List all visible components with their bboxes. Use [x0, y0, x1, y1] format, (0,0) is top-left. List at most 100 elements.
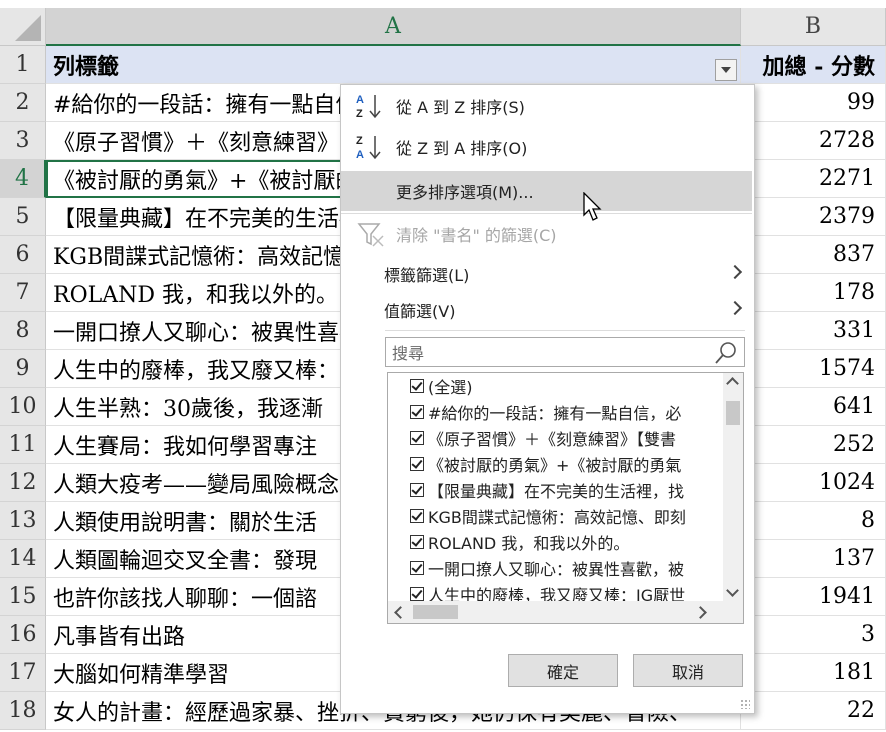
value-filter[interactable]: 值篩選(V): [341, 291, 752, 329]
filter-value-list: (全選) #給你的一段話：擁有一點自信，必《原子習慣》＋《刻意練習》【雙書《被討厭…: [387, 372, 744, 624]
cell-score[interactable]: 2728: [741, 122, 886, 160]
cell-score[interactable]: 1941: [741, 578, 886, 616]
cell-score[interactable]: 8: [741, 502, 886, 540]
checkbox-checked-icon[interactable]: [410, 509, 424, 523]
row-header[interactable]: 3: [0, 122, 46, 160]
corner-triangle: [15, 15, 41, 41]
row-header[interactable]: 4: [0, 160, 46, 198]
chevron-right-icon: [727, 300, 743, 316]
cell-score[interactable]: 837: [741, 236, 886, 274]
checkbox-checked-icon[interactable]: [410, 587, 424, 601]
ok-button[interactable]: 確定: [508, 654, 618, 687]
cell-score[interactable]: 252: [741, 426, 886, 464]
more-sort-options[interactable]: 更多排序選項(M)...: [341, 171, 752, 211]
label-filter-label: 標籤篩選(L): [384, 266, 470, 285]
filter-value-label: 《被討厭的勇氣》+《被討厭的勇氣: [428, 456, 682, 475]
row-header[interactable]: 1: [0, 46, 46, 84]
cell-score[interactable]: 1574: [741, 350, 886, 388]
select-all-item[interactable]: (全選): [410, 373, 720, 399]
sort-a-to-z-label: 從 A 到 Z 排序(S): [396, 98, 525, 117]
row-labels-header[interactable]: 列標籤: [46, 46, 741, 84]
row-header[interactable]: 12: [0, 464, 46, 502]
menu-separator: [341, 213, 752, 214]
row-header[interactable]: 14: [0, 540, 46, 578]
checkbox-checked-icon[interactable]: [410, 561, 424, 575]
select-all-corner[interactable]: [0, 8, 46, 46]
sort-z-to-a[interactable]: Z A 從 Z 到 A 排序(O): [341, 128, 752, 166]
checkbox-checked-icon[interactable]: [410, 457, 424, 471]
scroll-thumb[interactable]: [726, 401, 740, 425]
filter-value-item[interactable]: 【限量典藏】在不完美的生活裡，找: [410, 477, 720, 503]
row-header[interactable]: 6: [0, 236, 46, 274]
scroll-left-icon[interactable]: [394, 606, 407, 619]
svg-text:Z: Z: [356, 135, 363, 147]
checkbox-checked-icon[interactable]: [410, 431, 424, 445]
sum-score-header[interactable]: 加總 - 分數: [741, 46, 886, 84]
cell-score[interactable]: 99: [741, 84, 886, 122]
cell-score[interactable]: 641: [741, 388, 886, 426]
checkbox-checked-icon[interactable]: [410, 405, 424, 419]
filter-value-item[interactable]: KGB間諜式記憶術：高效記憶、即刻: [410, 503, 720, 529]
filter-value-item[interactable]: ROLAND 我，和我以外的。: [410, 529, 720, 555]
label-filter[interactable]: 標籤篩選(L): [341, 255, 752, 293]
search-icon[interactable]: [714, 341, 738, 365]
row-header[interactable]: 5: [0, 198, 46, 236]
resize-grip[interactable]: [740, 699, 750, 709]
chevron-right-icon: [727, 264, 743, 280]
cell-score[interactable]: 178: [741, 274, 886, 312]
svg-text:Z: Z: [356, 108, 363, 120]
cell-score[interactable]: 1024: [741, 464, 886, 502]
filter-value-item[interactable]: 《被討厭的勇氣》+《被討厭的勇氣: [410, 451, 720, 477]
row-header[interactable]: 8: [0, 312, 46, 350]
horizontal-scrollbar[interactable]: [388, 601, 743, 623]
checkbox-checked-icon[interactable]: [410, 379, 424, 393]
row-header[interactable]: 9: [0, 350, 46, 388]
search-box: [385, 337, 745, 367]
more-sort-options-label: 更多排序選項(M)...: [396, 183, 534, 202]
checkbox-checked-icon[interactable]: [410, 483, 424, 497]
filter-dropdown-button[interactable]: [715, 59, 737, 81]
row-header[interactable]: 18: [0, 692, 46, 730]
column-header-b[interactable]: B: [741, 8, 886, 46]
svg-text:A: A: [356, 94, 364, 106]
scroll-up-icon[interactable]: [726, 377, 739, 390]
sort-z-to-a-label: 從 Z 到 A 排序(O): [396, 139, 528, 158]
clear-filter: 清除 "書名" 的篩選(C): [341, 215, 752, 253]
clear-filter-label: 清除 "書名" 的篩選(C): [396, 226, 557, 245]
scroll-thumb[interactable]: [413, 605, 458, 619]
cell-score[interactable]: 2271: [741, 160, 886, 198]
filter-value-item[interactable]: 一開口撩人又聊心：被異性喜歡，被: [410, 555, 720, 581]
sort-ascending-icon: A Z: [356, 94, 381, 120]
checkbox-checked-icon[interactable]: [410, 535, 424, 549]
filter-value-item[interactable]: 《原子習慣》＋《刻意練習》【雙書: [410, 425, 720, 451]
row-header[interactable]: 13: [0, 502, 46, 540]
row-header[interactable]: 10: [0, 388, 46, 426]
column-header-a[interactable]: A: [46, 8, 741, 46]
menu-separator: [385, 330, 745, 331]
cell-score[interactable]: 181: [741, 654, 886, 692]
filter-value-item[interactable]: #給你的一段話：擁有一點自信，必: [410, 399, 720, 425]
sort-a-to-z[interactable]: A Z 從 A 到 Z 排序(S): [341, 87, 752, 125]
clear-filter-icon: [357, 223, 384, 247]
cell-score[interactable]: 22: [741, 692, 886, 730]
scroll-right-icon[interactable]: [694, 606, 707, 619]
scroll-down-icon[interactable]: [726, 584, 739, 597]
row-header[interactable]: 15: [0, 578, 46, 616]
cancel-button[interactable]: 取消: [633, 654, 743, 687]
search-input[interactable]: [390, 340, 714, 366]
value-filter-label: 值篩選(V): [384, 302, 456, 321]
sort-descending-icon: Z A: [356, 135, 381, 161]
row-header[interactable]: 7: [0, 274, 46, 312]
filter-value-label: #給你的一段話：擁有一點自信，必: [428, 404, 682, 423]
vertical-scrollbar[interactable]: [723, 373, 743, 601]
row-header[interactable]: 17: [0, 654, 46, 692]
cell-score[interactable]: 331: [741, 312, 886, 350]
filter-value-label: ROLAND 我，和我以外的。: [428, 534, 630, 553]
cell-score[interactable]: 137: [741, 540, 886, 578]
cell-score[interactable]: 3: [741, 616, 886, 654]
row-header[interactable]: 11: [0, 426, 46, 464]
row-header[interactable]: 2: [0, 84, 46, 122]
cell-score[interactable]: 2379: [741, 198, 886, 236]
svg-text:A: A: [356, 149, 364, 161]
row-header[interactable]: 16: [0, 616, 46, 654]
